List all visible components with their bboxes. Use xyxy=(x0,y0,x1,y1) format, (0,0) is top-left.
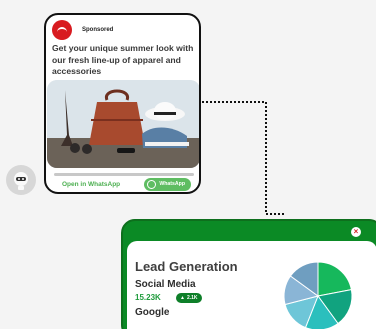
up-arrow-icon: ▲ xyxy=(180,295,185,301)
lead-growth-badge: ▲ 2.1K xyxy=(176,293,202,303)
product-image-illustration xyxy=(47,80,199,168)
lead-title: Lead Generation xyxy=(135,259,238,274)
screen: Sponsored Get your unique summer look wi… xyxy=(0,0,376,329)
robot-icon xyxy=(14,172,28,190)
ad-actions: Open in WhatsApp WhatsApp xyxy=(46,176,199,192)
ad-headline: Get your unique summer look with our fre… xyxy=(52,43,194,76)
lead-count: 15.23K xyxy=(135,293,161,302)
lead-generation-card[interactable]: × Lead Generation Social Media 15.23K ▲ … xyxy=(121,219,376,329)
lead-source-google: Google xyxy=(135,307,170,318)
ad-header: Sponsored xyxy=(52,20,113,40)
brand-logo-icon xyxy=(52,20,72,40)
close-icon[interactable]: × xyxy=(351,227,361,237)
sponsored-label: Sponsored xyxy=(82,27,114,33)
lead-source-social-media: Social Media xyxy=(135,279,196,290)
lead-growth-value: 2.1K xyxy=(186,295,198,301)
ad-preview-card[interactable]: Sponsored Get your unique summer look wi… xyxy=(44,13,201,194)
bot-avatar[interactable] xyxy=(6,165,36,195)
open-in-whatsapp-link[interactable]: Open in WhatsApp xyxy=(62,181,120,188)
lead-pie-chart xyxy=(283,261,353,329)
ad-product-image xyxy=(47,80,199,168)
lead-card-content: Lead Generation Social Media 15.23K ▲ 2.… xyxy=(127,241,376,329)
whatsapp-button-label: WhatsApp xyxy=(159,181,185,187)
whatsapp-icon xyxy=(147,179,157,189)
whatsapp-button[interactable]: WhatsApp xyxy=(144,177,191,191)
